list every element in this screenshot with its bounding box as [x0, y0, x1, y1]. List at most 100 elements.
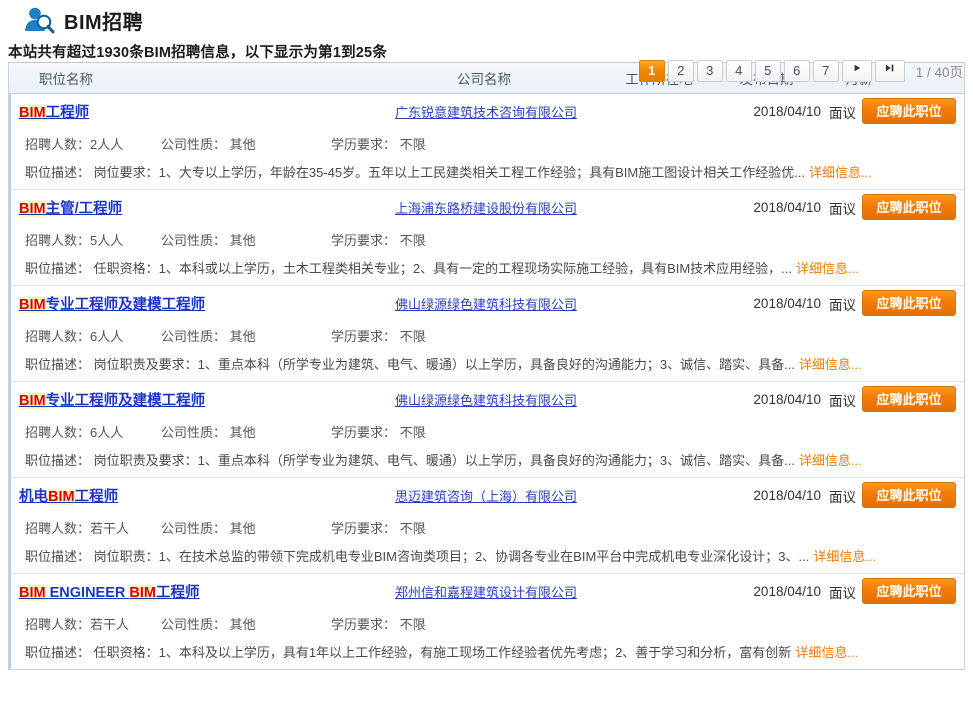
company-nature-field: 公司性质： 其他: [161, 230, 331, 249]
job-row-main: 机电BIM工程师思迈建筑咨询（上海）有限公司2018/04/10面议应聘此职位: [11, 478, 964, 513]
job-row-main: BIM主管/工程师上海浦东路桥建设股份有限公司2018/04/10面议应聘此职位: [11, 190, 964, 225]
headcount-field: 招聘人数：若干人: [11, 614, 161, 633]
apply-button[interactable]: 应聘此职位: [862, 578, 956, 604]
company-link[interactable]: 思迈建筑咨询（上海）有限公司: [366, 486, 606, 505]
apply-button[interactable]: 应聘此职位: [862, 290, 956, 316]
detail-link[interactable]: 详细信息...: [799, 453, 862, 468]
detail-link[interactable]: 详细信息...: [796, 261, 859, 276]
column-header-title: 职位名称: [9, 68, 364, 88]
company-link[interactable]: 佛山绿源绿色建筑科技有限公司: [366, 294, 606, 313]
job-title-rest: 工程师: [156, 585, 200, 601]
company-link[interactable]: 佛山绿源绿色建筑科技有限公司: [366, 390, 606, 409]
job-title-link[interactable]: BIM主管/工程师: [11, 197, 366, 218]
job-post-date: 2018/04/10: [716, 584, 821, 599]
job-post-date: 2018/04/10: [716, 104, 821, 119]
page-button-3[interactable]: 3: [697, 60, 723, 82]
headcount-field: 招聘人数：6人人: [11, 326, 161, 345]
detail-link[interactable]: 详细信息...: [809, 165, 872, 180]
education-field: 学历要求： 不限: [331, 422, 531, 441]
job-title-middle: ENGINEER: [46, 585, 130, 601]
job-title-rest: 专业工程师及建模工程师: [46, 297, 206, 313]
job-title-rest: 工程师: [46, 105, 90, 121]
education-field: 学历要求： 不限: [331, 230, 531, 249]
table-row: 机电BIM工程师思迈建筑咨询（上海）有限公司2018/04/10面议应聘此职位招…: [9, 478, 964, 574]
detail-link[interactable]: 详细信息...: [795, 645, 858, 660]
job-row-meta: 招聘人数：若干人公司性质： 其他学历要求： 不限: [11, 513, 964, 541]
page-button-1[interactable]: 1: [639, 60, 665, 82]
column-header-company: 公司名称: [364, 68, 604, 88]
job-description: 职位描述： 岗位职责及要求：1、重点本科（所学专业为建筑、电气、暖通）以上学历，…: [11, 349, 964, 381]
next-page-icon[interactable]: [842, 60, 872, 82]
job-row-main: BIM工程师广东锐意建筑技术咨询有限公司2018/04/10面议应聘此职位: [11, 94, 964, 129]
job-row-meta: 招聘人数：若干人公司性质： 其他学历要求： 不限: [11, 609, 964, 637]
page-button-2[interactable]: 2: [668, 60, 694, 82]
job-title-rest: 专业工程师及建模工程师: [46, 393, 206, 409]
job-row-meta: 招聘人数：6人人公司性质： 其他学历要求： 不限: [11, 417, 964, 445]
job-title-keyword: BIM: [19, 393, 46, 409]
job-description: 职位描述： 岗位职责：1、在技术总监的带领下完成机电专业BIM咨询类项目；2、协…: [11, 541, 964, 573]
job-title-link[interactable]: BIM专业工程师及建模工程师: [11, 389, 366, 410]
apply-button[interactable]: 应聘此职位: [862, 482, 956, 508]
page-button-6[interactable]: 6: [784, 60, 810, 82]
job-rows-container: BIM工程师广东锐意建筑技术咨询有限公司2018/04/10面议应聘此职位招聘人…: [9, 94, 964, 669]
job-title-keyword: BIM: [19, 201, 46, 217]
job-row-meta: 招聘人数：2人人公司性质： 其他学历要求： 不限: [11, 129, 964, 157]
company-link[interactable]: 郑州信和嘉程建筑设计有限公司: [366, 582, 606, 601]
job-post-date: 2018/04/10: [716, 488, 821, 503]
apply-button[interactable]: 应聘此职位: [862, 194, 956, 220]
job-row-main: BIM ENGINEER BIM工程师郑州信和嘉程建筑设计有限公司 2018/04…: [11, 574, 964, 609]
results-summary: 本站共有超过1930条BIM招聘信息，以下显示为第1到25条: [0, 34, 973, 62]
job-post-date: 2018/04/10: [716, 392, 821, 407]
job-row-main: BIM专业工程师及建模工程师佛山绿源绿色建筑科技有限公司2018/04/10面议…: [11, 286, 964, 321]
job-title-keyword: BIM: [19, 297, 46, 313]
job-description: 职位描述： 岗位职责及要求：1、重点本科（所学专业为建筑、电气、暖通）以上学历，…: [11, 445, 964, 477]
last-page-icon[interactable]: [875, 60, 905, 82]
table-row: BIM主管/工程师上海浦东路桥建设股份有限公司2018/04/10面议应聘此职位…: [9, 190, 964, 286]
company-nature-field: 公司性质： 其他: [161, 134, 331, 153]
person-search-icon: [22, 5, 56, 35]
job-row-meta: 招聘人数：5人人公司性质： 其他学历要求： 不限: [11, 225, 964, 253]
table-row: BIM专业工程师及建模工程师佛山绿源绿色建筑科技有限公司2018/04/10面议…: [9, 382, 964, 478]
job-description: 职位描述： 任职资格：1、本科及以上学历，具有1年以上工作经验，有施工现场工作经…: [11, 637, 964, 669]
job-description: 职位描述： 岗位要求：1、大专以上学历，年龄在35-45岁。五年以上工民建类相关…: [11, 157, 964, 189]
page-count-label: 1 / 40页: [908, 61, 963, 81]
job-row-meta: 招聘人数：6人人公司性质： 其他学历要求： 不限: [11, 321, 964, 349]
table-row: BIM专业工程师及建模工程师佛山绿源绿色建筑科技有限公司2018/04/10面议…: [9, 286, 964, 382]
page-button-4[interactable]: 4: [726, 60, 752, 82]
apply-button[interactable]: 应聘此职位: [862, 386, 956, 412]
apply-button[interactable]: 应聘此职位: [862, 98, 956, 124]
job-title-keyword-2: BIM: [129, 585, 156, 601]
company-nature-field: 公司性质： 其他: [161, 326, 331, 345]
headcount-field: 招聘人数：2人人: [11, 134, 161, 153]
job-title-link[interactable]: 机电BIM工程师: [11, 485, 366, 506]
page-root: BIM招聘 本站共有超过1930条BIM招聘信息，以下显示为第1到25条 1 2…: [0, 0, 973, 721]
job-title-link[interactable]: BIM工程师: [11, 101, 366, 122]
page-button-5[interactable]: 5: [755, 60, 781, 82]
job-list-table: 职位名称 公司名称 工作所在地 发布日期 月薪 BIM工程师广东锐意建筑技术咨询…: [8, 62, 965, 670]
table-row: BIM ENGINEER BIM工程师郑州信和嘉程建筑设计有限公司 2018/04…: [9, 574, 964, 669]
job-row-main: BIM专业工程师及建模工程师佛山绿源绿色建筑科技有限公司2018/04/10面议…: [11, 382, 964, 417]
company-nature-field: 公司性质： 其他: [161, 614, 331, 633]
job-post-date: 2018/04/10: [716, 200, 821, 215]
job-title-prefix: 机电: [19, 489, 48, 505]
headcount-field: 招聘人数：6人人: [11, 422, 161, 441]
job-title-keyword: BIM: [19, 105, 46, 121]
site-header: BIM招聘: [0, 0, 973, 34]
company-link[interactable]: 广东锐意建筑技术咨询有限公司: [366, 102, 606, 121]
page-button-7[interactable]: 7: [813, 60, 839, 82]
education-field: 学历要求： 不限: [331, 518, 531, 537]
page-title: BIM招聘: [64, 6, 143, 35]
education-field: 学历要求： 不限: [331, 326, 531, 345]
pagination: 1 2 3 4 5 6 7 1 / 40页: [639, 60, 963, 82]
job-title-keyword: BIM: [48, 489, 75, 505]
headcount-field: 招聘人数：5人人: [11, 230, 161, 249]
job-title-rest: 主管/工程师: [46, 201, 123, 217]
company-link[interactable]: 上海浦东路桥建设股份有限公司: [366, 198, 606, 217]
job-title-link[interactable]: BIM ENGINEER BIM工程师: [11, 581, 366, 602]
job-title-link[interactable]: BIM专业工程师及建模工程师: [11, 293, 366, 314]
detail-link[interactable]: 详细信息...: [813, 549, 876, 564]
job-post-date: 2018/04/10: [716, 296, 821, 311]
company-nature-field: 公司性质： 其他: [161, 422, 331, 441]
job-title-rest: 工程师: [75, 489, 119, 505]
detail-link[interactable]: 详细信息...: [799, 357, 862, 372]
